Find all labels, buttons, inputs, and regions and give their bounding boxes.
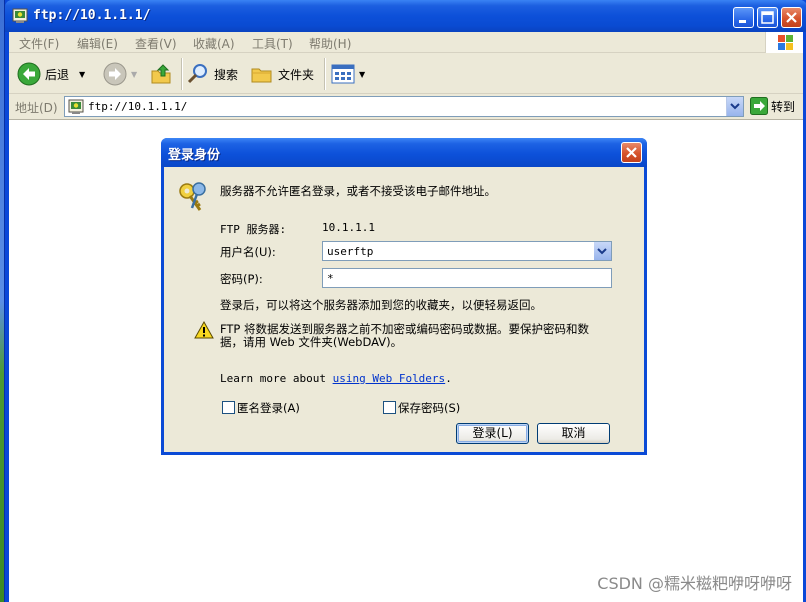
info-text: 登录后，可以将这个服务器添加到您的收藏夹，以便轻易返回。 — [220, 298, 542, 312]
chevron-down-icon — [730, 103, 740, 110]
cancel-button[interactable]: 取消 — [537, 423, 610, 444]
go-button[interactable]: 转到 — [750, 97, 795, 115]
username-dropdown-button[interactable] — [594, 242, 611, 260]
learn-more-text: Learn more about using Web Folders. — [220, 372, 452, 385]
search-icon — [187, 64, 207, 84]
ftp-folder-icon — [68, 99, 84, 114]
server-label: FTP 服务器: — [220, 223, 287, 236]
windows-flag-icon — [778, 35, 793, 50]
username-label: 用户名(U): — [220, 245, 276, 259]
minimize-button[interactable] — [733, 7, 754, 28]
web-folders-link[interactable]: using Web Folders — [333, 372, 446, 385]
keys-icon — [179, 182, 206, 211]
dialog-title: 登录身份 — [168, 148, 221, 163]
chevron-down-icon[interactable]: ▼ — [79, 70, 85, 79]
dialog-message: 服务器不允许匿名登录，或者不接受该电子邮件地址。 — [220, 184, 496, 198]
password-field[interactable]: * — [322, 268, 612, 288]
go-arrow-icon — [750, 97, 768, 115]
folders-button[interactable]: 文件夹 — [250, 60, 314, 88]
go-label: 转到 — [771, 99, 796, 114]
anonymous-login-label[interactable]: 匿名登录(A) — [237, 400, 300, 416]
minimize-icon — [739, 20, 746, 23]
chevron-down-icon[interactable]: ▼ — [359, 70, 365, 79]
password-label: 密码(P): — [220, 272, 263, 286]
up-folder-button[interactable] — [149, 60, 173, 88]
folder-icon — [251, 68, 272, 83]
folder-up-icon — [151, 64, 171, 84]
close-icon — [626, 147, 637, 158]
back-arrow-icon — [17, 62, 41, 86]
address-value: ftp://10.1.1.1/ — [88, 100, 188, 113]
anonymous-login-checkbox[interactable] — [222, 401, 235, 414]
menu-tools[interactable]: 工具(T) — [252, 35, 293, 52]
login-button[interactable]: 登录(L) — [456, 423, 529, 444]
views-button[interactable]: ▼ — [331, 60, 365, 88]
warning-line-2: 据，请用 Web 文件夹(WebDAV)。 — [220, 335, 403, 349]
maximize-button[interactable] — [757, 7, 778, 28]
toolbar-separator — [324, 58, 325, 90]
folders-label: 文件夹 — [278, 67, 315, 82]
forward-arrow-icon — [103, 62, 127, 86]
views-grid-icon — [331, 64, 355, 84]
address-input[interactable]: ftp://10.1.1.1/ — [64, 96, 744, 117]
menu-view[interactable]: 查看(V) — [135, 35, 177, 52]
address-bar: 地址(D) ftp://10.1.1.1/ 转到 — [9, 95, 803, 118]
close-button[interactable] — [781, 7, 802, 28]
title-bar[interactable]: ftp://10.1.1.1/ — [5, 0, 806, 32]
menu-favorites[interactable]: 收藏(A) — [193, 35, 235, 52]
dialog-close-button[interactable] — [621, 142, 642, 163]
back-button[interactable]: 后退 ▼ — [17, 60, 85, 88]
windows-logo — [765, 32, 803, 53]
forward-button[interactable]: ▼ — [103, 60, 137, 88]
toolbar-separator — [181, 58, 182, 90]
save-password-checkbox[interactable] — [383, 401, 396, 414]
password-value: * — [327, 272, 334, 285]
maximize-icon — [761, 11, 774, 24]
search-button[interactable]: 搜索 — [186, 60, 238, 88]
username-value: userftp — [327, 245, 374, 258]
server-value: 10.1.1.1 — [322, 221, 375, 234]
ftp-folder-icon — [12, 8, 28, 23]
username-combobox[interactable]: userftp — [322, 241, 612, 261]
address-dropdown-button[interactable] — [726, 97, 743, 116]
search-label: 搜索 — [214, 67, 239, 82]
save-password-label[interactable]: 保存密码(S) — [398, 400, 460, 416]
window-title: ftp://10.1.1.1/ — [33, 8, 151, 23]
address-label: 地址(D) — [15, 101, 58, 115]
chevron-down-icon[interactable]: ▼ — [131, 70, 137, 79]
menu-help[interactable]: 帮助(H) — [309, 35, 351, 52]
learn-more-prefix: Learn more about — [220, 372, 326, 385]
dialog-title-bar[interactable]: 登录身份 — [161, 138, 647, 167]
toolbar: 后退 ▼ ▼ 搜索 文件夹 ▼ — [9, 54, 803, 94]
warning-icon — [194, 321, 214, 339]
menu-bar: 文件(F) 编辑(E) 查看(V) 收藏(A) 工具(T) 帮助(H) — [9, 32, 803, 53]
dialog-body: 服务器不允许匿名登录，或者不接受该电子邮件地址。 FTP 服务器: 10.1.1… — [164, 167, 644, 452]
menu-edit[interactable]: 编辑(E) — [77, 35, 118, 52]
watermark: CSDN @糯米糍粑咿呀咿呀 — [597, 574, 792, 593]
chevron-down-icon — [597, 248, 607, 255]
menu-file[interactable]: 文件(F) — [19, 35, 59, 52]
back-label: 后退 — [45, 67, 70, 82]
login-dialog: 登录身份 服务器不允许匿名登录，或者不接受该电子邮件地址。 FTP 服务器: 1… — [161, 138, 647, 455]
close-icon — [786, 12, 797, 23]
learn-more-suffix: . — [445, 372, 452, 385]
